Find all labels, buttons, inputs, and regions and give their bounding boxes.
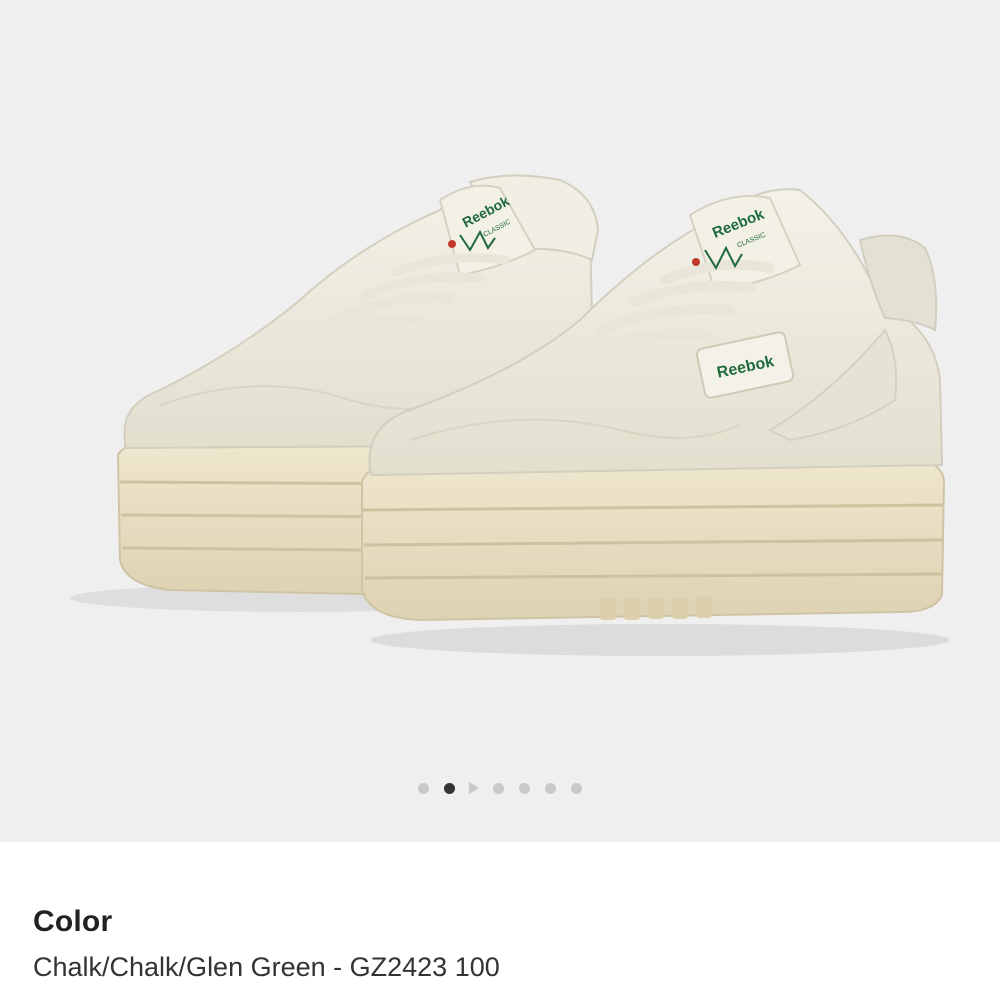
pager-dot-4[interactable] [493, 782, 504, 794]
product-details: Color Chalk/Chalk/Glen Green - GZ2423 10… [0, 842, 1000, 1000]
video-play-icon[interactable] [469, 782, 479, 794]
color-heading: Color [33, 905, 113, 938]
pager-dot-1[interactable] [418, 782, 429, 794]
pager-dot-6[interactable] [545, 782, 556, 794]
pager-dot-7[interactable] [571, 782, 582, 794]
product-image[interactable]: Reebok Reebok CLASSIC Reebok CLASSIC [0, 0, 1000, 760]
pager-dot-2-active[interactable] [444, 782, 455, 794]
product-gallery[interactable]: Reebok Reebok CLASSIC Reebok CLASSIC [0, 0, 1000, 842]
image-pager [0, 777, 1000, 799]
pager-dot-5[interactable] [519, 782, 530, 794]
color-value: Chalk/Chalk/Glen Green - GZ2423 100 [33, 952, 500, 982]
